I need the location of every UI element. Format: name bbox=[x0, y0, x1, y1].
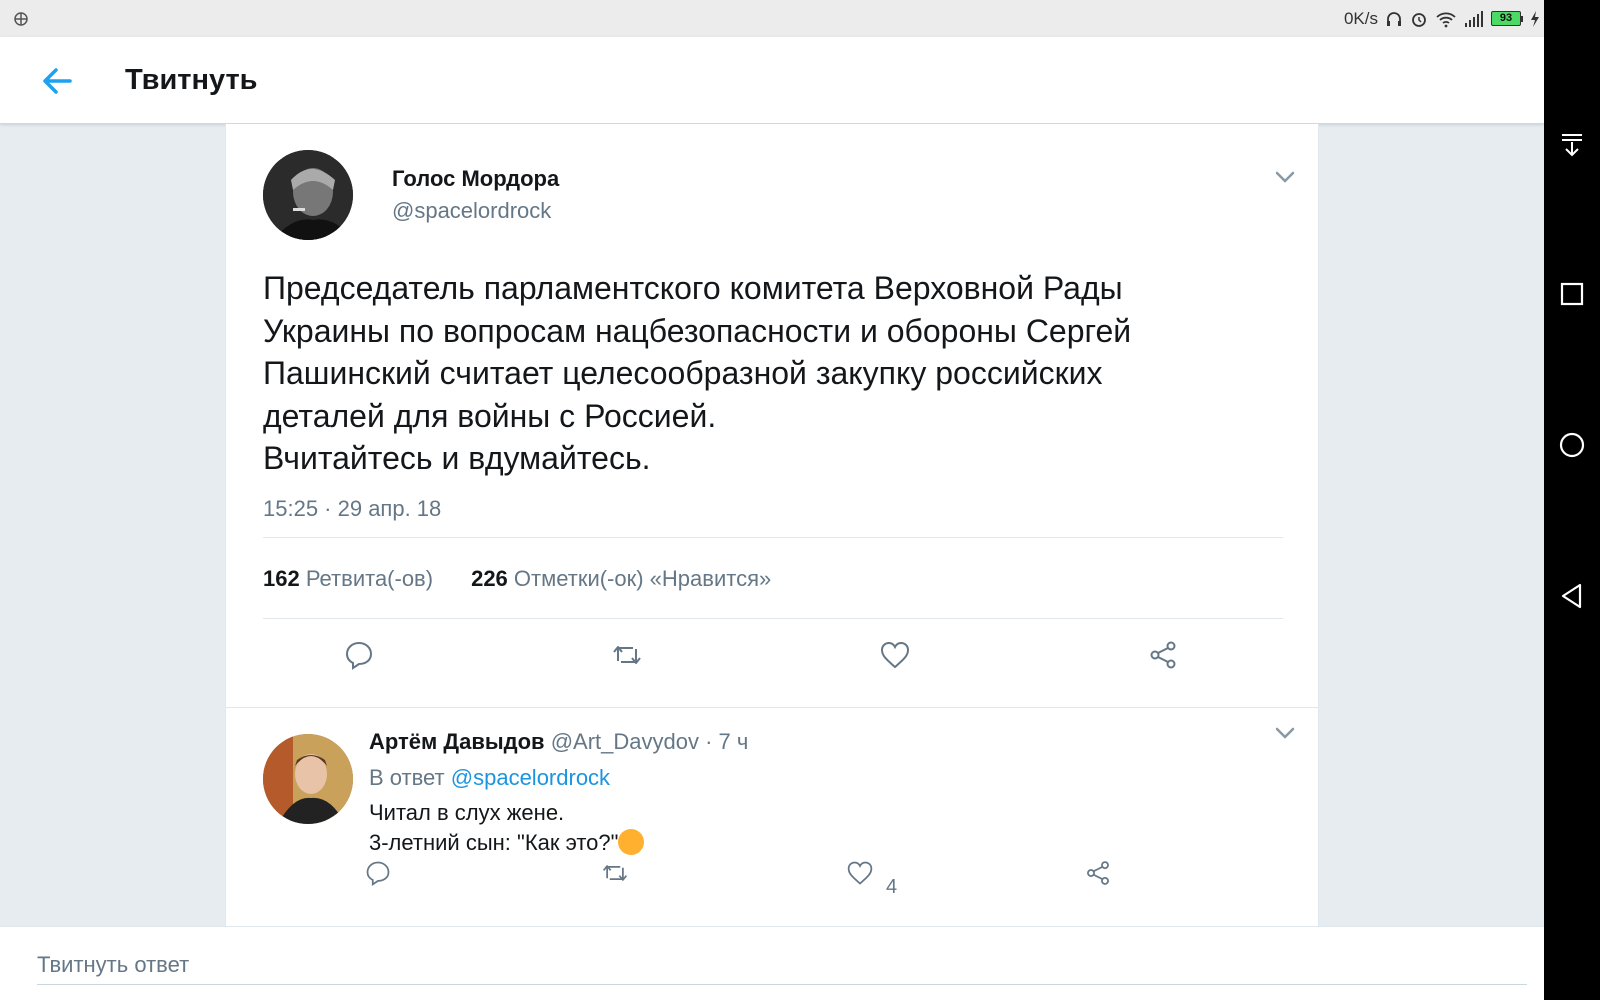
reply-text-line: Читал в слух жене. bbox=[369, 800, 565, 825]
author-handle[interactable]: @spacelordrock bbox=[392, 198, 551, 224]
reply-to-link[interactable]: @spacelordrock bbox=[451, 765, 610, 790]
sync-icon bbox=[14, 12, 28, 26]
status-bar: 0K/s 93 bbox=[0, 0, 1544, 37]
retweet-icon[interactable] bbox=[611, 639, 643, 671]
avatar-image bbox=[263, 734, 353, 824]
signal-icon bbox=[1465, 10, 1483, 27]
share-icon[interactable] bbox=[1147, 639, 1179, 671]
status-icons: 0K/s 93 bbox=[1344, 0, 1544, 37]
charging-icon bbox=[1531, 10, 1539, 27]
divider bbox=[263, 537, 1283, 538]
back-nav-icon[interactable] bbox=[1556, 580, 1588, 612]
reply-icon[interactable] bbox=[364, 859, 392, 887]
arrow-left-icon[interactable] bbox=[38, 63, 82, 99]
home-icon[interactable] bbox=[1556, 429, 1588, 461]
likes-stat[interactable]: 226 Отметки(-ок) «Нравится» bbox=[471, 566, 771, 592]
avatar[interactable] bbox=[263, 150, 353, 240]
reply-meta[interactable]: @Art_Davydov · 7 ч bbox=[551, 729, 749, 754]
chevron-down-icon[interactable] bbox=[1274, 726, 1296, 740]
tweet-text-line: Вчитайтесь и вдумайтесь. bbox=[263, 440, 651, 476]
tweet-stats: 162 Ретвита(-ов) 226 Отметки(-ок) «Нрави… bbox=[263, 566, 771, 592]
tweet-text-line: Председатель парламентского комитета Вер… bbox=[263, 270, 1123, 306]
wifi-icon bbox=[1436, 12, 1456, 27]
battery-icon: 93 bbox=[1491, 11, 1523, 26]
reply-text: Читал в слух жене. 3-летний сын: "Как эт… bbox=[369, 798, 645, 858]
reply-to: В ответ @spacelordrock bbox=[369, 765, 610, 791]
reply-composer bbox=[0, 926, 1544, 1000]
reply-header: Артём Давыдов @Art_Davydov · 7 ч bbox=[369, 729, 748, 755]
tweet-timestamp: 15:25 · 29 апр. 18 bbox=[263, 496, 442, 521]
system-nav-bar bbox=[1544, 0, 1600, 1000]
likes-label: Отметки(-ок) «Нравится» bbox=[513, 566, 772, 591]
recents-icon[interactable] bbox=[1556, 278, 1588, 310]
alarm-icon bbox=[1412, 12, 1426, 27]
laughing-face-emoji bbox=[618, 829, 645, 855]
tweet-detail-card: Голос Мордора @spacelordrock Председател… bbox=[225, 124, 1319, 926]
reply-like-count: 4 bbox=[886, 876, 898, 898]
like-icon[interactable] bbox=[879, 639, 911, 671]
reply-icon[interactable] bbox=[343, 639, 375, 671]
reply-avatar[interactable] bbox=[263, 734, 353, 824]
like-icon[interactable] bbox=[846, 859, 874, 887]
tweet-text-line: деталей для войны с Россией. bbox=[263, 397, 717, 434]
likes-count: 226 bbox=[471, 566, 508, 591]
reply-input[interactable] bbox=[37, 945, 1527, 985]
retweet-icon[interactable] bbox=[601, 859, 629, 887]
notification-pull-icon[interactable] bbox=[1556, 128, 1588, 160]
avatar-image bbox=[263, 150, 353, 240]
reply-text-line: 3-летний сын: "Как это?" bbox=[369, 830, 619, 855]
network-speed: 0K/s bbox=[1343, 8, 1378, 28]
tweet-text-line: Украины по вопросам нацбезопасности и об… bbox=[263, 312, 1132, 349]
reply-to-prefix: В ответ bbox=[369, 765, 445, 790]
tweet-text-line: Пашинский считает целесообразной закупку… bbox=[263, 355, 1103, 391]
divider bbox=[226, 707, 1318, 708]
retweets-count: 162 bbox=[263, 566, 300, 591]
battery-level: 93 bbox=[1491, 11, 1521, 26]
retweets-stat[interactable]: 162 Ретвита(-ов) bbox=[263, 566, 433, 592]
author-name[interactable]: Голос Мордора bbox=[392, 166, 559, 192]
retweets-label: Ретвита(-ов) bbox=[305, 566, 434, 591]
divider bbox=[263, 618, 1283, 619]
share-icon[interactable] bbox=[1084, 859, 1112, 887]
page-title: Твитнуть bbox=[125, 64, 258, 96]
tweet-text: Председатель парламентского комитета Вер… bbox=[263, 267, 1263, 480]
chevron-down-icon[interactable] bbox=[1274, 170, 1296, 184]
app-bar: Твитнуть bbox=[0, 37, 1544, 124]
headphones-icon bbox=[1387, 11, 1401, 26]
reply-author-name[interactable]: Артём Давыдов bbox=[369, 729, 545, 754]
